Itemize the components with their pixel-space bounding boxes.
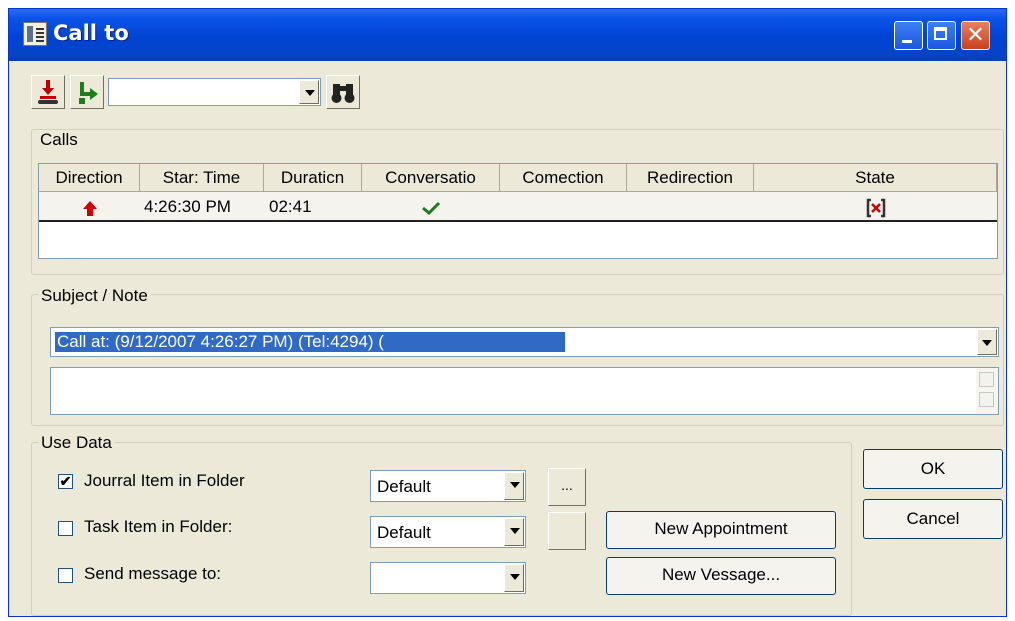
column-header-duration[interactable]: Duraticn: [264, 164, 362, 192]
journal-label: Jourral Item in Folder: [84, 471, 245, 490]
minimize-button[interactable]: [894, 21, 923, 50]
connection-cell: [505, 194, 625, 220]
duration-cell: 02:41: [269, 197, 312, 216]
toolbar-combo[interactable]: [108, 78, 321, 106]
call-to-dialog: Call to ✕ Calls Direction Star: Time Dur…: [8, 8, 1007, 617]
note-textarea[interactable]: [50, 367, 999, 415]
chevron-down-icon[interactable]: [504, 518, 524, 546]
use-data-legend: Use Data: [38, 433, 115, 453]
subject-legend: Subject / Note: [38, 286, 151, 306]
chevron-down-icon[interactable]: [504, 472, 524, 500]
task-folder-value: Default: [377, 523, 431, 542]
cancel-button[interactable]: Cancel: [863, 499, 1003, 539]
title-bar[interactable]: Call to ✕: [9, 9, 1006, 61]
column-header-conversation[interactable]: Conversatio: [362, 164, 500, 192]
chevron-down-icon[interactable]: [977, 329, 997, 355]
minimize-icon: [902, 40, 912, 43]
column-header-redirection[interactable]: Redirection: [627, 164, 754, 192]
checkmark-icon: [422, 201, 441, 215]
calls-list[interactable]: Direction Star: Time Duraticn Conversati…: [38, 163, 998, 259]
journal-folder-select[interactable]: Default: [370, 470, 526, 502]
browse-button[interactable]: ...: [548, 468, 586, 506]
start-time-cell: 4:26:30 PM: [144, 197, 231, 216]
conversation-cell: [362, 194, 500, 220]
transfer-button[interactable]: [70, 75, 104, 109]
column-header-connection[interactable]: Comection: [500, 164, 627, 192]
close-icon: ✕: [966, 23, 985, 48]
binoculars-icon: [331, 84, 355, 103]
call-state-icon: [866, 198, 885, 217]
journal-icon: [23, 22, 47, 46]
journal-folder-value: Default: [377, 477, 431, 496]
new-message-button[interactable]: New Vessage...: [606, 557, 836, 595]
send-message-label: Send message to:: [84, 564, 222, 583]
state-cell: [754, 194, 997, 220]
task-extra-button[interactable]: [548, 512, 586, 550]
window-title: Call to: [53, 21, 129, 45]
subject-value: Call at: (9/12/2007 4:26:27 PM) (Tel:429…: [55, 332, 565, 352]
task-label: Task Item in Folder:: [84, 517, 233, 536]
column-header-direction[interactable]: Direction: [39, 164, 140, 192]
journal-checkbox[interactable]: ✔: [58, 474, 73, 489]
redirection-cell: [632, 194, 752, 220]
hangup-icon: [38, 80, 58, 104]
ok-button[interactable]: OK: [863, 449, 1003, 489]
note-scrollbar[interactable]: [976, 368, 998, 414]
message-recipient-select[interactable]: [370, 562, 526, 594]
send-message-checkbox[interactable]: [58, 568, 73, 583]
maximize-icon: [934, 27, 947, 40]
calls-legend: Calls: [37, 130, 81, 150]
direction-cell: [39, 194, 140, 220]
new-appointment-button[interactable]: New Appointment: [606, 511, 836, 549]
scroll-up-icon[interactable]: [979, 372, 994, 387]
task-checkbox[interactable]: [58, 521, 73, 536]
up-arrow-icon: [82, 200, 97, 216]
close-button[interactable]: ✕: [961, 21, 990, 50]
task-folder-select[interactable]: Default: [370, 516, 526, 548]
hangup-button[interactable]: [31, 75, 65, 109]
scroll-down-icon[interactable]: [979, 392, 994, 407]
chevron-down-icon[interactable]: [504, 564, 524, 592]
maximize-button[interactable]: [927, 21, 956, 50]
subject-combo[interactable]: Call at: (9/12/2007 4:26:27 PM) (Tel:429…: [50, 327, 999, 357]
transfer-icon: [79, 82, 98, 104]
column-header-state[interactable]: State: [754, 164, 997, 192]
column-header-start-time[interactable]: Star: Time: [140, 164, 264, 192]
chevron-down-icon[interactable]: [299, 80, 319, 104]
find-button[interactable]: [326, 75, 360, 109]
